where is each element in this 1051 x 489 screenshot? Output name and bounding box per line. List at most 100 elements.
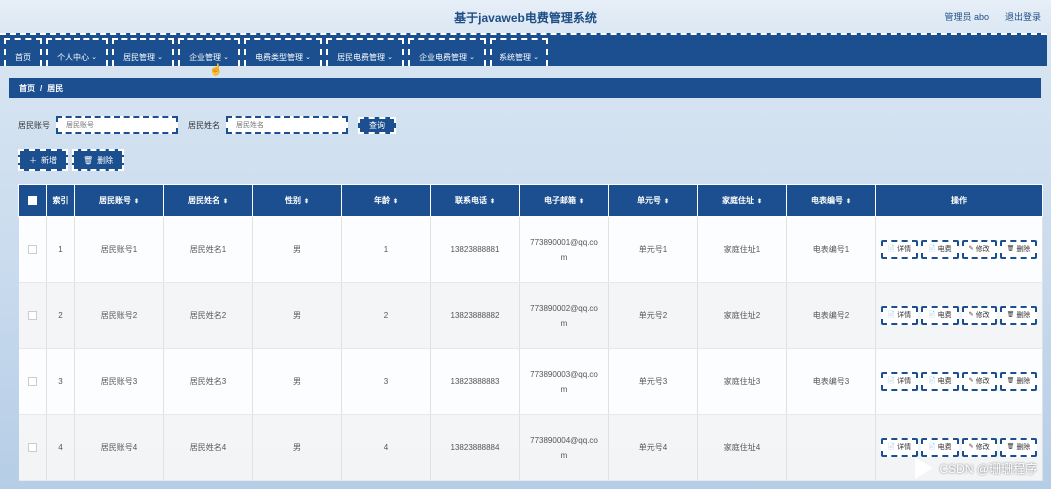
delete-button-label: 删除 [1016,312,1031,319]
cell-gender: 男 [252,216,342,283]
bill-button[interactable]: 📄 电费 [921,240,959,259]
sort-icon[interactable]: ⬍ [664,199,669,205]
admin-user-label[interactable]: 管理员 abo [944,10,989,23]
play-icon [915,457,934,479]
chevron-down-icon: ⌄ [305,54,311,61]
cell-address: 家庭住址3 [697,348,787,415]
chevron-down-icon: ⌄ [157,54,163,61]
nav-item-7[interactable]: 系统管理 ⌄ [490,38,548,66]
column-header-5[interactable]: 联系电话 ⬍ [430,184,520,217]
query-button[interactable]: 查询 [358,116,396,134]
name-search-input[interactable] [226,116,348,134]
nav-item-0[interactable]: 首页 [4,38,42,66]
cell-email: 773890001@qq.co m [519,216,609,283]
sort-icon[interactable]: ⬍ [304,199,309,205]
row-checkbox[interactable] [27,377,37,387]
nav-item-1[interactable]: 个人中心 ⌄ [46,38,108,66]
edit-button[interactable]: ✎ 修改 [961,306,997,325]
chevron-down-icon: ⌄ [533,54,539,61]
cell-email: 773890003@qq.co m [519,348,609,415]
document-icon: 📄 [887,378,896,384]
row-select-cell[interactable] [18,216,47,283]
detail-button-label: 详情 [897,246,912,253]
bill-button-label: 电费 [937,378,952,385]
cell-account: 居民账号3 [74,348,164,415]
row-select-cell[interactable] [18,348,47,415]
row-checkbox[interactable] [27,311,37,321]
edit-button[interactable]: ✎ 修改 [961,372,997,391]
cell-phone: 13823888881 [430,216,520,283]
column-header-9[interactable]: 电表编号 ⬍ [786,184,876,217]
row-checkbox[interactable] [27,443,37,453]
breadcrumb-home[interactable]: 首页 [19,83,35,94]
column-header-10: 操作 [875,184,1043,217]
nav-item-3[interactable]: 企业管理 ⌄ [178,38,240,66]
detail-button[interactable]: 📄 详情 [880,372,919,391]
nav-item-2[interactable]: 居民管理 ⌄ [112,38,174,66]
cell-address: 家庭住址4 [697,414,787,481]
operation-buttons: 📄 详情 📄 电费 ✎ 修改 🗑 删除 [876,240,1042,259]
cell-account: 居民账号1 [74,216,164,283]
trash-icon: 🗑 [83,155,94,165]
batch-delete-button[interactable]: 🗑 删除 [72,149,125,171]
delete-button[interactable]: 🗑 删除 [999,372,1038,391]
bill-button[interactable]: 📄 电费 [921,306,959,325]
edit-button[interactable]: ✎ 修改 [961,438,997,457]
cell-email: 773890002@qq.co m [519,282,609,349]
bill-button[interactable]: 📄 电费 [921,438,959,457]
detail-button[interactable]: 📄 详情 [880,306,919,325]
delete-button[interactable]: 🗑 删除 [999,240,1038,259]
sort-icon[interactable]: ⬍ [579,199,584,205]
account-label: 居民账号 [18,120,50,130]
user-area: 管理员 abo 退出登录 [944,10,1041,23]
sort-icon[interactable]: ⬍ [134,199,139,205]
column-header-8[interactable]: 家庭住址 ⬍ [697,184,787,217]
sort-icon[interactable]: ⬍ [757,199,762,205]
search-bar: 居民账号 居民姓名 查询 [18,116,396,134]
sort-icon[interactable]: ⬍ [393,199,398,205]
column-header-0: 索引 [46,184,75,217]
cell-unit: 单元号2 [608,282,698,349]
cell-operations: 📄 详情 📄 电费 ✎ 修改 🗑 删除 [875,282,1043,349]
delete-button[interactable]: 🗑 删除 [999,438,1038,457]
cell-gender: 男 [252,414,342,481]
select-all-checkbox[interactable] [28,196,37,206]
column-header-label: 索引 [52,196,69,205]
cell-unit: 单元号3 [608,348,698,415]
bill-button[interactable]: 📄 电费 [921,372,959,391]
cell-name: 居民姓名1 [163,216,253,283]
nav-item-4[interactable]: 电费类型管理 ⌄ [244,38,322,66]
nav-item-5[interactable]: 居民电费管理 ⌄ [326,38,404,66]
detail-button[interactable]: 📄 详情 [880,438,919,457]
column-header-3[interactable]: 性别 ⬍ [252,184,342,217]
sort-icon[interactable]: ⬍ [846,199,851,205]
column-header-2[interactable]: 居民姓名 ⬍ [163,184,253,217]
cell-unit: 单元号4 [608,414,698,481]
column-header-label: 居民账号 [98,196,131,205]
delete-button[interactable]: 🗑 删除 [999,306,1038,325]
cell-unit: 单元号1 [608,216,698,283]
select-all-cell[interactable] [18,184,47,217]
column-header-4[interactable]: 年龄 ⬍ [341,184,431,217]
detail-button[interactable]: 📄 详情 [880,240,919,259]
detail-button-label: 详情 [897,312,912,319]
row-select-cell[interactable] [18,414,47,481]
row-select-cell[interactable] [18,282,47,349]
sort-icon[interactable]: ⬍ [223,199,228,205]
edit-button[interactable]: ✎ 修改 [961,240,997,259]
row-checkbox[interactable] [27,245,37,255]
sort-icon[interactable]: ⬍ [490,199,495,205]
email-text: m [560,384,568,394]
nav-item-6[interactable]: 企业电费管理 ⌄ [408,38,486,66]
trash-icon: 🗑 [1006,246,1015,252]
email-text: m [560,318,568,328]
edit-button-label: 修改 [975,378,990,385]
email-text: 773890003@qq.co [530,369,598,379]
account-search-input[interactable] [56,116,178,134]
column-header-6[interactable]: 电子邮箱 ⬍ [519,184,609,217]
add-button[interactable]: ＋ 新增 [18,149,68,171]
column-header-1[interactable]: 居民账号 ⬍ [74,184,164,217]
logout-link[interactable]: 退出登录 [1005,10,1041,23]
cell-age: 4 [341,414,431,481]
column-header-7[interactable]: 单元号 ⬍ [608,184,698,217]
